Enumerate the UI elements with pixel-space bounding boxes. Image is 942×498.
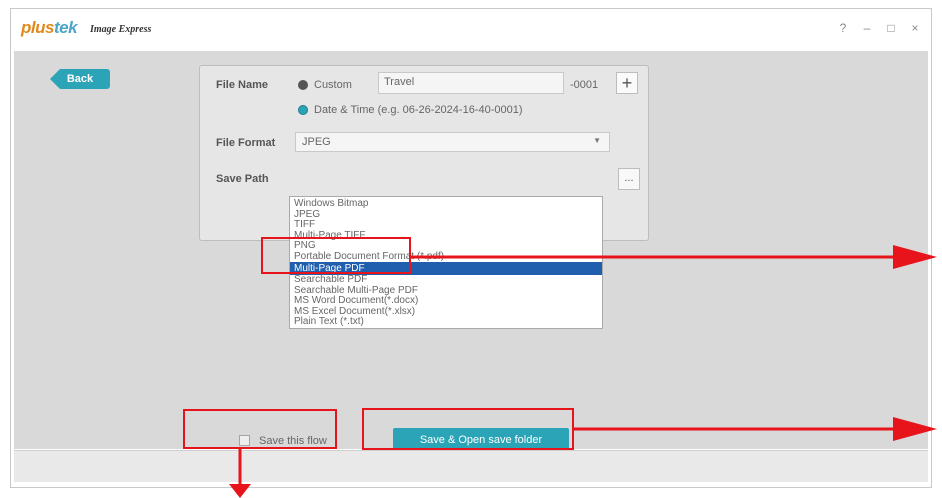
format-option[interactable]: Multi-Page TIFF: [290, 230, 602, 242]
save-flow-label: Save this flow: [259, 435, 327, 447]
format-option[interactable]: TIFF: [290, 219, 602, 231]
custom-label: Custom: [314, 79, 352, 91]
window-controls: ? – □ ×: [837, 21, 921, 35]
title-bar: plustek Image Express ? – □ ×: [11, 9, 931, 47]
back-button[interactable]: Back: [50, 69, 110, 89]
brand-logo: plustek: [21, 18, 78, 37]
save-path-label: Save Path: [216, 173, 269, 185]
name-suffix: -0001: [570, 79, 599, 91]
format-option[interactable]: Searchable PDF: [290, 274, 602, 286]
format-option[interactable]: MS Word Document(*.docx): [290, 295, 602, 307]
minimize-icon[interactable]: –: [861, 21, 873, 35]
custom-radio[interactable]: [298, 80, 308, 90]
file-format-select[interactable]: JPEG ▼: [295, 132, 610, 152]
format-option[interactable]: Windows Bitmap: [290, 198, 602, 210]
format-option[interactable]: JPEG: [290, 209, 602, 221]
datetime-radio[interactable]: [298, 105, 308, 115]
file-name-label: File Name: [216, 79, 268, 91]
add-icon[interactable]: +: [616, 72, 638, 94]
save-open-folder-button[interactable]: Save & Open save folder: [393, 428, 569, 452]
status-bar: [14, 450, 928, 482]
custom-name-input[interactable]: Travel: [378, 72, 564, 94]
close-icon[interactable]: ×: [909, 21, 921, 35]
maximize-icon[interactable]: □: [885, 21, 897, 35]
file-format-dropdown: Windows Bitmap JPEG TIFF Multi-Page TIFF…: [289, 196, 603, 329]
help-icon[interactable]: ?: [837, 21, 849, 35]
chevron-down-icon: ▼: [593, 136, 601, 145]
format-option[interactable]: Portable Document Format (*.pdf): [290, 251, 602, 263]
file-format-label: File Format: [216, 137, 276, 149]
product-name: Image Express: [90, 24, 152, 35]
datetime-label: Date & Time (e.g. 06-26-2024-16-40-0001): [314, 104, 523, 116]
file-format-value: JPEG: [302, 136, 331, 148]
save-flow-checkbox[interactable]: [239, 435, 250, 446]
format-option[interactable]: Plain Text (*.txt): [290, 316, 602, 328]
app-window: plustek Image Express ? – □ × Back File …: [10, 8, 932, 488]
browse-button[interactable]: ...: [618, 168, 640, 190]
format-option[interactable]: PNG: [290, 240, 602, 252]
main-content: Back File Name Custom Travel -0001 + Dat…: [14, 51, 928, 452]
